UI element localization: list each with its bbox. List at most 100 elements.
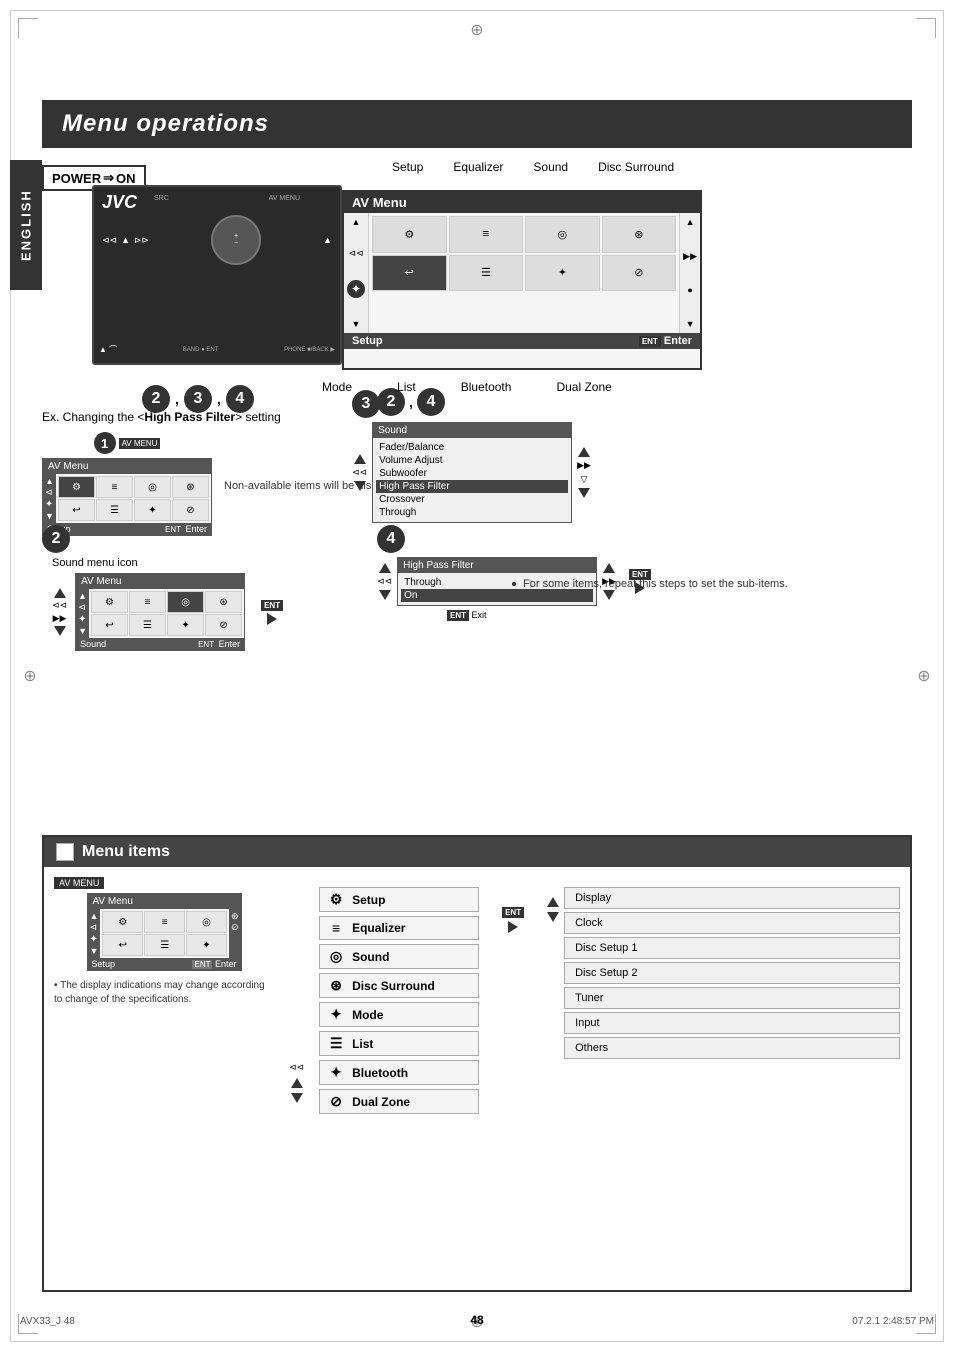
mi-right-col: Display Clock Disc Setup 1 Disc Setup 2 … <box>547 887 900 1268</box>
sound-panel: Sound Fader/Balance Volume Adjust Subwoo… <box>372 422 572 523</box>
menu-items-title: Menu items <box>82 843 170 861</box>
menu-items-body: AV MENU AV Menu ▲⊲✦▼ ⚙ ≡ ◎ ↩ ☰ <box>44 867 910 1278</box>
sound-panel-title: Sound <box>373 423 571 438</box>
power-label: POWER <box>52 171 101 186</box>
av-menu-btn-label: AV MENU <box>119 438 161 449</box>
screen-ent-enter: ENT Enter <box>639 335 692 347</box>
sub-tuner: Tuner <box>564 987 900 1009</box>
step2-ent-arrow: ENT <box>261 600 283 625</box>
step4-circle: 4 <box>226 385 254 413</box>
mi-av-screen: AV Menu ▲⊲✦▼ ⚙ ≡ ◎ ↩ ☰ ✦ ⊛⊘ <box>87 893 242 971</box>
s3-num: 3 <box>352 390 380 418</box>
sound-item-volume: Volume Adjust <box>376 454 568 467</box>
s3-nav-right: ▶▶ ▽ <box>577 447 591 498</box>
av-menu-btn[interactable]: AV MENU <box>269 195 300 202</box>
sub-input: Input <box>564 1012 900 1034</box>
s3-nav-left: ⊲⊲ <box>352 454 367 491</box>
nav-right: ▲ ▶▶ ● ▼ <box>679 213 700 333</box>
corner-mark-tr <box>916 18 936 38</box>
power-arrow: ⇒ <box>103 170 114 186</box>
step3-note: For some items, repeat this steps to set… <box>512 570 788 590</box>
tab-equalizer: Equalizer <box>453 160 503 174</box>
mi-right-nav <box>547 897 559 922</box>
sound-item-crossover: Crossover <box>376 493 568 506</box>
s4-num: 4 <box>377 525 405 553</box>
example-section: Ex. Changing the <High Pass Filter> sett… <box>42 410 476 536</box>
mi-mode: ✦ Mode <box>319 1002 479 1027</box>
english-tab: ENGLISH <box>10 160 42 290</box>
tab-setup: Setup <box>392 160 423 174</box>
mi-bluetooth: ✦ Bluetooth <box>319 1060 479 1085</box>
s2-nav: ⊲⊲ ▶▶ <box>52 588 67 636</box>
step1-block: 1 AV MENU AV Menu ▲⊲✦▼ ⚙ ≡ ◎ ⊛ <box>42 432 212 536</box>
footer-left: AVX33_J 48 <box>20 1316 75 1327</box>
step2-block: 2 Sound menu icon ⊲⊲ ▶▶ AV Menu ▲⊲✦▼ ⚙ <box>42 525 291 651</box>
mi-list: ☰ List <box>319 1031 479 1056</box>
screen-bottom: Setup ENT Enter <box>344 333 700 349</box>
screen-setup-label: Setup <box>352 335 383 347</box>
mi-right-inner: Display Clock Disc Setup 1 Disc Setup 2 … <box>547 887 900 1062</box>
step-nums-row: 2 , 3 , 4 <box>142 385 254 413</box>
s1-num: 1 <box>94 432 116 454</box>
jvc-unit: JVC SRC AV MENU ⊲⊲ ▲ ⊳⊳ +− ▲ ▲ ⌒ BAND ● … <box>92 185 342 365</box>
menu-items-header: Menu items <box>44 837 910 867</box>
page-title: Menu operations <box>62 110 269 138</box>
mi-left-col: AV MENU AV Menu ▲⊲✦▼ ⚙ ≡ ◎ ↩ ☰ <box>54 877 274 1268</box>
mi-disc-surround: ⊛ Disc Surround <box>319 973 479 998</box>
reg-mark-left: ⊕ <box>20 666 40 686</box>
hpf-on: On <box>401 589 593 602</box>
sound-item-hpf: High Pass Filter <box>376 480 568 493</box>
sound-item-sub: Subwoofer <box>376 467 568 480</box>
sub-disc-setup1: Disc Setup 1 <box>564 937 900 959</box>
step2-display: ⊲⊲ ▶▶ AV Menu ▲⊲✦▼ ⚙ ≡ ◎ ⊛ ↩ <box>52 573 291 651</box>
s4-nav-left: ⊲⊲ <box>377 563 392 600</box>
repeat-note: For some items, repeat this steps to set… <box>512 578 788 590</box>
title-banner: Menu operations <box>42 100 912 148</box>
sub-disc-setup2: Disc Setup 2 <box>564 962 900 984</box>
controls-row: ⊲⊲ ▲ ⊳⊳ +− ▲ <box>102 215 332 265</box>
corner-mark-tl <box>18 18 38 38</box>
mi-ent-arrow: ENT <box>502 907 524 1268</box>
menu-labels-row: Setup Equalizer Sound Disc Surround <box>392 160 912 174</box>
av-menu-screen-title: AV Menu <box>344 192 700 213</box>
sound-item-through: Through <box>376 506 568 519</box>
step2-screen: AV Menu ▲⊲✦▼ ⚙ ≡ ◎ ⊛ ↩ ☰ ✦ ⊘ <box>75 573 245 651</box>
sub-display: Display <box>564 887 900 909</box>
page-number: 48 <box>470 1313 483 1327</box>
reg-mark-right: ⊕ <box>914 666 934 686</box>
power-on-label: ON <box>116 171 136 186</box>
mi-setup: ⚙ Setup <box>319 887 479 912</box>
tab-sound: Sound <box>533 160 568 174</box>
step2-circle: 2 <box>142 385 170 413</box>
mi-nav-arrows: ⊲⊲ <box>289 897 304 1268</box>
av-menu-grid: ▲ ⊲⊲ ✦ ▼ ⚙ ≡ ◎ ⊛ ↩ ☰ ✦ ⊘ ▲ <box>344 213 700 333</box>
src-label: SRC <box>154 195 169 202</box>
steps-row: 1 AV MENU AV Menu ▲⊲✦▼ ⚙ ≡ ◎ ⊛ <box>42 432 476 536</box>
label-mode: Mode <box>322 380 352 394</box>
sound-menu-items: Fader/Balance Volume Adjust Subwoofer Hi… <box>373 438 571 522</box>
bottom-controls: ▲ ⌒ BAND ● ENT PHONE ■/BACK ▶ <box>99 344 335 355</box>
av-menu-button[interactable]: AV MENU <box>54 877 104 889</box>
reg-mark-top: ⊕ <box>467 20 487 40</box>
mi-center-col: ⚙ Setup ≡ Equalizer ◎ Sound ⊛ Disc Surro… <box>319 887 479 1268</box>
nav-left: ▲ ⊲⊲ ✦ ▼ <box>344 213 369 333</box>
ent-exit-label: ENT Exit <box>447 610 659 621</box>
step3-block: 3 ⊲⊲ Sound Fader/Balance Volume Adju <box>352 390 591 523</box>
jvc-logo: JVC <box>102 192 137 213</box>
sub-items-list: Display Clock Disc Setup 1 Disc Setup 2 … <box>564 887 900 1062</box>
main-content: POWER ⇒ ON 1 Setup Equalizer Sound Disc … <box>42 155 912 1292</box>
mi-note: • The display indications may change acc… <box>54 979 274 1007</box>
tab-disc-surround: Disc Surround <box>598 160 674 174</box>
menu-items-section: Menu items AV MENU AV Menu ▲⊲✦▼ ⚙ ≡ <box>42 835 912 1292</box>
step3-circle: 3 <box>184 385 212 413</box>
footer-right: 07.2.1 2:48:57 PM <box>852 1316 934 1327</box>
sub-others: Others <box>564 1037 900 1059</box>
av-menu-screen: AV Menu ▲ ⊲⊲ ✦ ▼ ⚙ ≡ ◎ ⊛ ↩ ☰ ✦ <box>342 190 702 370</box>
menu-items-icon <box>56 843 74 861</box>
rotary-knob[interactable]: +− <box>211 215 261 265</box>
s2-num: 2 <box>42 525 70 553</box>
sound-menu-icon-label: Sound menu icon <box>52 557 291 569</box>
sub-clock: Clock <box>564 912 900 934</box>
sound-item-fader: Fader/Balance <box>376 441 568 454</box>
mi-dual-zone: ⊘ Dual Zone <box>319 1089 479 1114</box>
